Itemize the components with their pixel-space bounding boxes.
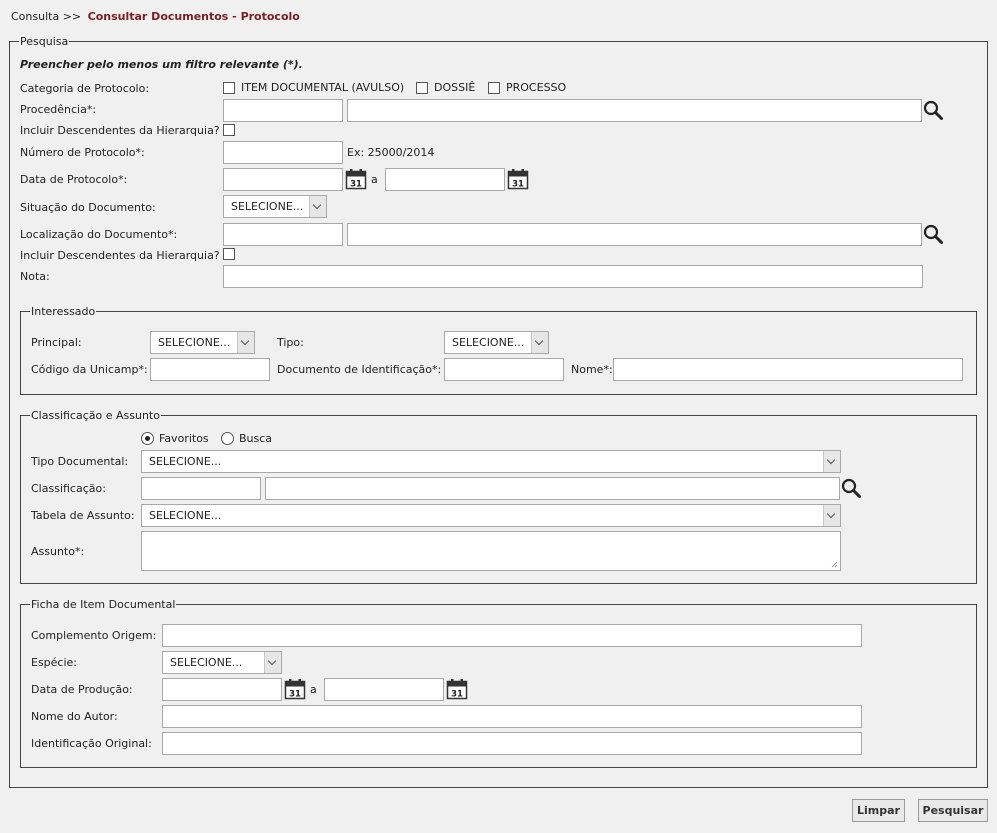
numero-protocolo-input[interactable] (223, 141, 343, 164)
interessado-legend: Interessado (30, 305, 97, 318)
procedencia-label: Procedência*: (20, 103, 97, 116)
assunto-label: Assunto*: (31, 545, 85, 558)
chevron-down-icon (237, 332, 254, 353)
complemento-origem-input[interactable] (162, 624, 862, 647)
busca-label: Busca (239, 432, 273, 445)
data-producao-label: Data de Produção: (31, 683, 133, 696)
assunto-textarea[interactable] (141, 531, 841, 571)
categoria-processo-label: PROCESSO (506, 81, 567, 94)
situacao-label: Situação do Documento: (20, 201, 156, 214)
data-producao-start-input[interactable] (162, 678, 282, 701)
pesquisa-legend: Pesquisa (19, 35, 70, 48)
data-producao-end-input[interactable] (324, 678, 444, 701)
tipo-documental-select-value: SELECIONE... (149, 455, 222, 468)
limpar-button[interactable]: Limpar (852, 799, 905, 822)
chevron-down-icon (264, 652, 281, 673)
nome-input[interactable] (613, 358, 963, 381)
especie-select-value: SELECIONE... (170, 656, 243, 669)
procedencia-code-input[interactable] (223, 99, 343, 122)
categoria-processo-checkbox[interactable] (488, 82, 500, 94)
especie-select[interactable]: SELECIONE... (162, 651, 282, 674)
resize-grip-icon[interactable] (830, 560, 838, 568)
page-title: Consultar Documentos - Protocolo (87, 10, 300, 23)
busca-radio[interactable] (221, 432, 234, 445)
filter-hint: Preencher pelo menos um filtro relevante… (20, 58, 303, 71)
data-producao-start-calendar-icon[interactable]: 31 (284, 678, 306, 700)
principal-label: Principal: (31, 336, 82, 349)
calendar-day-text: 31 (289, 690, 301, 700)
numero-protocolo-hint: Ex: 25000/2014 (347, 146, 435, 159)
codigo-unicamp-label: Código da Unicamp*: (31, 363, 148, 376)
categoria-label: Categoria de Protocolo: (20, 82, 150, 95)
documento-identificacao-label: Documento de Identificação*: (277, 363, 442, 376)
breadcrumb-root[interactable]: Consulta (11, 10, 59, 23)
nome-autor-input[interactable] (162, 705, 862, 728)
localizacao-search-icon[interactable] (922, 223, 944, 245)
nota-label: Nota: (20, 270, 50, 283)
incluir-descendentes-2-checkbox[interactable] (223, 248, 235, 260)
data-protocolo-label: Data de Protocolo*: (20, 173, 128, 186)
principal-select-value: SELECIONE... (158, 336, 231, 349)
procedencia-search-icon[interactable] (922, 99, 944, 121)
codigo-unicamp-input[interactable] (150, 358, 270, 381)
classificacao-legend: Classificação e Assunto (30, 409, 161, 422)
data-producao-end-calendar-icon[interactable]: 31 (446, 678, 468, 700)
situacao-select-value: SELECIONE... (231, 200, 304, 213)
situacao-select[interactable]: SELECIONE... (223, 195, 327, 218)
localizacao-code-input[interactable] (223, 223, 343, 246)
identificacao-original-label: Identificação Original: (31, 737, 152, 750)
especie-label: Espécie: (31, 656, 78, 669)
categoria-item-documental-checkbox[interactable] (223, 82, 235, 94)
data-protocolo-start-input[interactable] (223, 168, 343, 191)
classificacao-name-input[interactable] (265, 477, 840, 500)
ficha-legend: Ficha de Item Documental (30, 598, 177, 611)
calendar-day-text: 31 (512, 180, 524, 190)
data-protocolo-end-calendar-icon[interactable]: 31 (507, 168, 529, 190)
nome-label: Nome*: (571, 363, 613, 376)
categoria-dossie-checkbox[interactable] (416, 82, 428, 94)
breadcrumb-separator: >> (62, 10, 82, 23)
categoria-dossie-label: DOSSIÊ (434, 81, 476, 94)
chevron-down-icon (823, 451, 840, 472)
breadcrumb: Consulta >> Consultar Documentos - Proto… (11, 10, 300, 24)
tipo-select-value: SELECIONE... (452, 336, 525, 349)
incluir-descendentes-label: Incluir Descendentes da Hierarquia? (20, 124, 220, 137)
favoritos-radio[interactable] (141, 432, 154, 445)
calendar-day-text: 31 (451, 690, 463, 700)
data-protocolo-end-input[interactable] (385, 168, 505, 191)
tipo-documental-select[interactable]: SELECIONE... (141, 450, 841, 473)
identificacao-original-input[interactable] (162, 732, 862, 755)
data-producao-separator: a (310, 683, 317, 696)
principal-select[interactable]: SELECIONE... (150, 331, 255, 354)
favoritos-label: Favoritos (159, 432, 209, 445)
calendar-day-text: 31 (350, 180, 362, 190)
incluir-descendentes-checkbox[interactable] (223, 124, 235, 136)
categoria-item-documental-label: ITEM DOCUMENTAL (AVULSO) (241, 81, 405, 94)
incluir-descendentes-2-label: Incluir Descendentes da Hierarquia? (20, 249, 220, 262)
classificacao-search-icon[interactable] (840, 477, 862, 499)
chevron-down-icon (823, 505, 840, 526)
numero-protocolo-label: Número de Protocolo*: (20, 146, 145, 159)
tabela-assunto-label: Tabela de Assunto: (31, 509, 135, 522)
nota-input[interactable] (223, 265, 923, 288)
localizacao-label: Localização do Documento*: (20, 228, 178, 241)
tipo-select[interactable]: SELECIONE... (444, 331, 549, 354)
data-protocolo-separator: a (371, 173, 378, 186)
tipo-documental-label: Tipo Documental: (31, 455, 129, 468)
data-protocolo-start-calendar-icon[interactable]: 31 (345, 168, 367, 190)
pesquisar-button[interactable]: Pesquisar (918, 799, 988, 822)
tabela-assunto-select[interactable]: SELECIONE... (141, 504, 841, 527)
chevron-down-icon (309, 196, 326, 217)
complemento-origem-label: Complemento Origem: (31, 629, 157, 642)
localizacao-name-input[interactable] (347, 223, 922, 246)
procedencia-name-input[interactable] (347, 99, 922, 122)
tabela-assunto-select-value: SELECIONE... (149, 509, 222, 522)
nome-autor-label: Nome do Autor: (31, 710, 118, 723)
documento-identificacao-input[interactable] (444, 358, 564, 381)
classificacao-label: Classificação: (31, 482, 106, 495)
tipo-label: Tipo: (277, 336, 304, 349)
chevron-down-icon (531, 332, 548, 353)
classificacao-code-input[interactable] (141, 477, 261, 500)
